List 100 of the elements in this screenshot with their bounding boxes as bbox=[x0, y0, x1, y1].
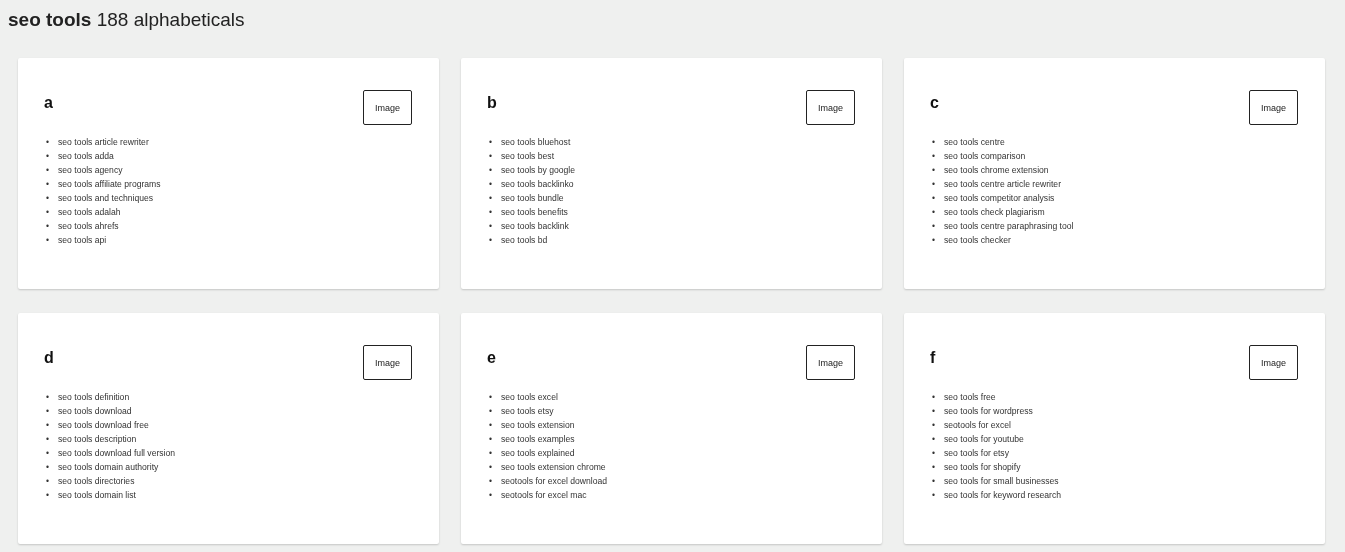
bullet: • bbox=[932, 164, 936, 177]
bullet: • bbox=[489, 192, 493, 205]
list-item: seo tools api bbox=[58, 234, 107, 247]
bullet: • bbox=[932, 419, 936, 432]
list-item: seo tools and techniques bbox=[58, 192, 154, 205]
bullet: • bbox=[489, 234, 493, 247]
bullet: • bbox=[489, 475, 493, 488]
list-item: seo tools download bbox=[58, 405, 132, 418]
bullet: • bbox=[489, 178, 493, 191]
bullet: • bbox=[932, 178, 936, 191]
list-item: seotools for excel bbox=[944, 419, 1011, 432]
image-button[interactable]: Image bbox=[1249, 345, 1298, 380]
bullet: • bbox=[932, 234, 936, 247]
bullet: • bbox=[46, 234, 50, 247]
list-item: seo tools description bbox=[58, 433, 137, 446]
bullet: • bbox=[46, 192, 50, 205]
bullet: • bbox=[46, 164, 50, 177]
list-item: seo tools chrome extension bbox=[944, 164, 1049, 177]
list-item: seotools for excel download bbox=[501, 475, 608, 488]
list-item: seotools for excel mac bbox=[501, 489, 587, 502]
bullet: • bbox=[932, 475, 936, 488]
bullet: • bbox=[489, 489, 493, 502]
list-item: seo tools for youtube bbox=[944, 433, 1024, 446]
list-item: seo tools backlinko bbox=[501, 178, 574, 191]
list-item: seo tools backlink bbox=[501, 220, 569, 233]
bullet: • bbox=[932, 447, 936, 460]
list-item: seo tools for wordpress bbox=[944, 405, 1033, 418]
list-item: seo tools examples bbox=[501, 433, 575, 446]
bullet: • bbox=[489, 405, 493, 418]
card-heading: b bbox=[487, 93, 497, 113]
list-item: seo tools for etsy bbox=[944, 447, 1009, 460]
card-heading: d bbox=[44, 348, 54, 368]
bullet: • bbox=[46, 178, 50, 191]
image-button[interactable]: Image bbox=[363, 90, 412, 125]
list-item: seo tools adda bbox=[58, 150, 114, 163]
list-item: seo tools bluehost bbox=[501, 136, 571, 149]
list-item: seo tools for keyword research bbox=[944, 489, 1062, 502]
list-item: seo tools free bbox=[944, 391, 996, 404]
list-item: seo tools extension bbox=[501, 419, 575, 432]
image-button[interactable]: Image bbox=[806, 90, 855, 125]
list-item: seo tools centre article rewriter bbox=[944, 178, 1061, 191]
list-item: seo tools benefits bbox=[501, 206, 568, 219]
bullet: • bbox=[46, 433, 50, 446]
card-heading: a bbox=[44, 93, 53, 113]
list-item: seo tools for small businesses bbox=[944, 475, 1059, 488]
list-item: seo tools centre paraphrasing tool bbox=[944, 220, 1074, 233]
list-item: seo tools agency bbox=[58, 164, 123, 177]
list-item: seo tools check plagiarism bbox=[944, 206, 1045, 219]
bullet: • bbox=[932, 150, 936, 163]
list-item: seo tools by google bbox=[501, 164, 576, 177]
bullet: • bbox=[46, 475, 50, 488]
bullet: • bbox=[489, 433, 493, 446]
bullet: • bbox=[932, 391, 936, 404]
bullet: • bbox=[46, 220, 50, 233]
list-item: seo tools explained bbox=[501, 447, 575, 460]
list-item: seo tools best bbox=[501, 150, 555, 163]
bullet: • bbox=[46, 419, 50, 432]
list-item: seo tools directories bbox=[58, 475, 135, 488]
bullet: • bbox=[932, 405, 936, 418]
bullet: • bbox=[46, 391, 50, 404]
image-button[interactable]: Image bbox=[363, 345, 412, 380]
image-button[interactable]: Image bbox=[806, 345, 855, 380]
image-button[interactable]: Image bbox=[1249, 90, 1298, 125]
bullet: • bbox=[489, 220, 493, 233]
bullet: • bbox=[932, 461, 936, 474]
list-item: seo tools article rewriter bbox=[58, 136, 149, 149]
bullet: • bbox=[489, 391, 493, 404]
list-item: seo tools comparison bbox=[944, 150, 1026, 163]
list-item: seo tools affiliate programs bbox=[58, 178, 161, 191]
bullet: • bbox=[489, 447, 493, 460]
list-item: seo tools download full version bbox=[58, 447, 176, 460]
list-item: seo tools bd bbox=[501, 234, 548, 247]
bullet: • bbox=[932, 192, 936, 205]
bullet: • bbox=[932, 220, 936, 233]
list-item: seo tools etsy bbox=[501, 405, 554, 418]
list-item: seo tools download free bbox=[58, 419, 149, 432]
list-item: seo tools adalah bbox=[58, 206, 121, 219]
bullet: • bbox=[932, 433, 936, 446]
bullet: • bbox=[46, 447, 50, 460]
list-item: seo tools domain list bbox=[58, 489, 136, 502]
bullet: • bbox=[46, 150, 50, 163]
card-heading: c bbox=[930, 93, 939, 113]
list-item: seo tools extension chrome bbox=[501, 461, 606, 474]
bullet: • bbox=[489, 419, 493, 432]
bullet: • bbox=[932, 489, 936, 502]
bullet: • bbox=[489, 150, 493, 163]
bullet: • bbox=[489, 164, 493, 177]
list-item: seo tools ahrefs bbox=[58, 220, 119, 233]
bullet: • bbox=[489, 206, 493, 219]
bullet: • bbox=[46, 405, 50, 418]
bullet: • bbox=[46, 489, 50, 502]
list-item: seo tools definition bbox=[58, 391, 130, 404]
list-item: seo tools centre bbox=[944, 136, 1005, 149]
bullet: • bbox=[46, 206, 50, 219]
bullet: • bbox=[932, 206, 936, 219]
bullet: • bbox=[489, 461, 493, 474]
bullet: • bbox=[932, 136, 936, 149]
list-item: seo tools checker bbox=[944, 234, 1011, 247]
bullet: • bbox=[489, 136, 493, 149]
bullet: • bbox=[46, 461, 50, 474]
